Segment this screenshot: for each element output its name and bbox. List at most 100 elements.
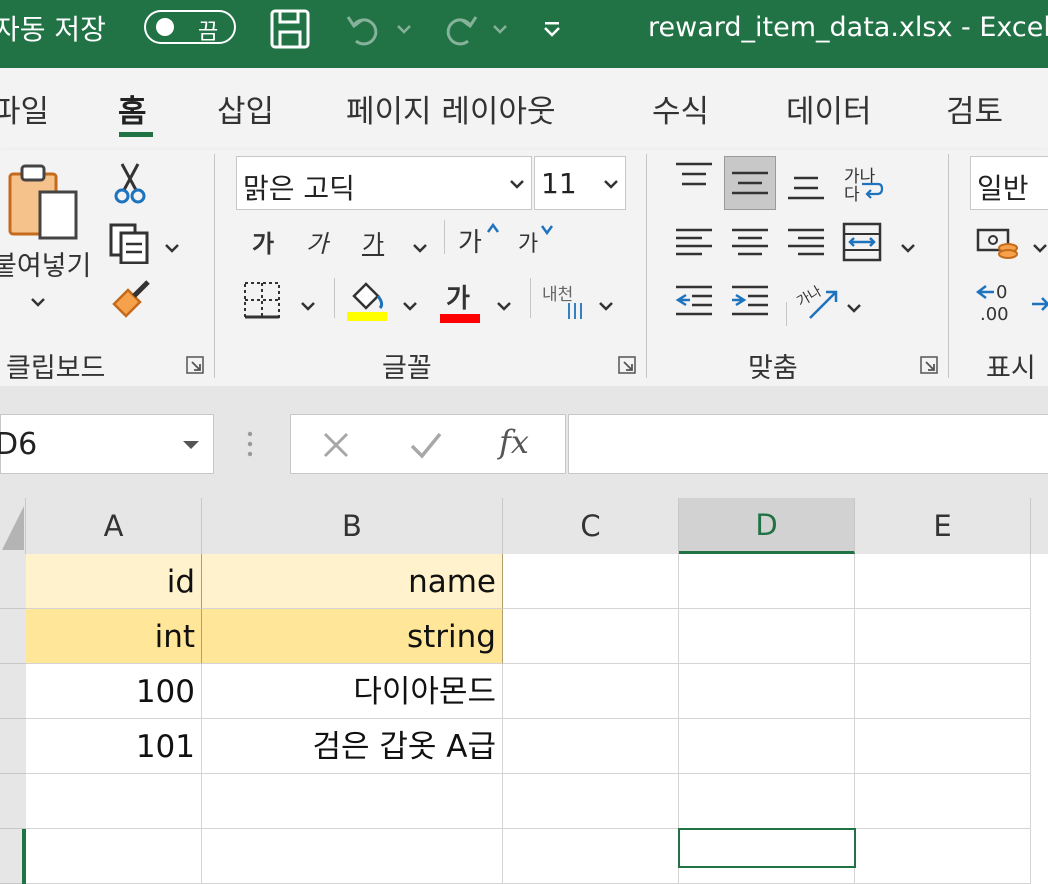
clipboard-dialog-launcher-icon[interactable] — [186, 356, 204, 374]
cell-e5[interactable] — [855, 774, 1031, 829]
fill-color-icon[interactable] — [346, 276, 388, 326]
paste-dropdown-icon[interactable] — [30, 292, 46, 311]
active-cell[interactable] — [678, 828, 856, 868]
align-center-icon[interactable] — [730, 226, 770, 264]
orientation-dropdown-icon[interactable] — [846, 298, 862, 317]
font-color-button[interactable]: 가 — [446, 278, 470, 315]
undo-dropdown-icon[interactable] — [392, 6, 416, 52]
cell-e2[interactable] — [855, 609, 1031, 664]
tab-page-layout[interactable]: 페이지 레이아웃 — [346, 86, 556, 131]
enter-icon[interactable] — [409, 431, 443, 459]
cell-d2[interactable] — [679, 609, 855, 664]
cell-a5[interactable] — [26, 774, 202, 829]
undo-icon[interactable] — [340, 6, 388, 52]
column-header-overflow[interactable] — [1031, 498, 1048, 554]
cut-icon[interactable] — [112, 162, 148, 210]
borders-icon[interactable] — [242, 280, 282, 324]
select-all-corner[interactable] — [0, 498, 26, 554]
decrease-decimal-icon[interactable] — [1030, 288, 1048, 322]
autosave-toggle[interactable]: 끔 — [144, 10, 236, 45]
formula-bar-splitter-icon[interactable] — [246, 430, 254, 458]
tab-review[interactable]: 검토 — [946, 86, 1003, 131]
bold-button[interactable]: 가 — [252, 224, 274, 259]
row-header[interactable] — [0, 719, 26, 774]
tab-insert[interactable]: 삽입 — [217, 86, 274, 131]
tab-formulas[interactable]: 수식 — [652, 86, 709, 131]
cell-b5[interactable] — [202, 774, 503, 829]
cell-e1[interactable] — [855, 554, 1031, 609]
row-header[interactable] — [0, 609, 26, 664]
cell-a1[interactable]: id — [26, 554, 202, 609]
borders-dropdown-icon[interactable] — [300, 296, 316, 315]
cell-c2[interactable] — [503, 609, 679, 664]
font-color-dropdown-icon[interactable] — [496, 296, 512, 315]
number-format-combo[interactable]: 일반 — [970, 156, 1048, 210]
copy-dropdown-icon[interactable] — [164, 238, 180, 257]
column-header-e[interactable]: E — [855, 498, 1031, 554]
insert-function-icon[interactable]: fx — [499, 423, 529, 461]
align-top-icon[interactable] — [674, 160, 714, 198]
cell-d1[interactable] — [679, 554, 855, 609]
cell-a6[interactable] — [26, 829, 202, 884]
decrease-indent-icon[interactable] — [674, 284, 714, 322]
fill-color-dropdown-icon[interactable] — [402, 296, 418, 315]
font-name-combo[interactable]: 맑은 고딕 — [236, 156, 532, 210]
formula-input[interactable] — [568, 414, 1048, 474]
cell-c4[interactable] — [503, 719, 679, 774]
paste-button-label[interactable]: 붙여넣기 — [0, 244, 91, 283]
cell-d4[interactable] — [679, 719, 855, 774]
accounting-format-icon[interactable] — [976, 226, 1020, 266]
increase-font-size-button[interactable]: 가 — [458, 222, 482, 259]
row-header[interactable] — [0, 774, 26, 829]
cell-d5[interactable] — [679, 774, 855, 829]
cell-e6[interactable] — [855, 829, 1031, 884]
merge-dropdown-icon[interactable] — [900, 238, 916, 257]
paste-icon[interactable] — [6, 162, 80, 242]
font-name-dropdown-icon[interactable] — [509, 179, 525, 189]
cell-c1[interactable] — [503, 554, 679, 609]
cell-e3[interactable] — [855, 664, 1031, 719]
cell-b3[interactable]: 다이아몬드 — [202, 664, 503, 719]
font-dialog-launcher-icon[interactable] — [618, 356, 636, 374]
decrease-font-size-button[interactable]: 가 — [518, 226, 538, 258]
increase-indent-icon[interactable] — [730, 284, 770, 322]
cell-d3[interactable] — [679, 664, 855, 719]
column-header-a[interactable]: A — [26, 498, 202, 554]
column-header-d[interactable]: D — [679, 498, 855, 554]
align-right-icon[interactable] — [786, 226, 826, 264]
format-painter-icon[interactable] — [110, 280, 154, 324]
name-box[interactable]: D6 — [0, 414, 214, 474]
cell-b1[interactable]: name — [202, 554, 503, 609]
increase-decimal-icon[interactable]: 0.00 — [974, 280, 1018, 328]
accounting-dropdown-icon[interactable] — [1032, 238, 1048, 257]
cell-c3[interactable] — [503, 664, 679, 719]
copy-icon[interactable] — [108, 222, 152, 268]
merge-center-icon[interactable] — [842, 222, 882, 266]
phonetic-dropdown-icon[interactable] — [598, 296, 614, 315]
row-header[interactable] — [0, 554, 26, 609]
cell-b2[interactable]: string — [202, 609, 503, 664]
tab-data[interactable]: 데이터 — [786, 86, 872, 131]
cell-b4[interactable]: 검은 갑옷 A급 — [202, 719, 503, 774]
redo-dropdown-icon[interactable] — [488, 6, 512, 52]
column-header-b[interactable]: B — [202, 498, 503, 554]
redo-icon[interactable] — [436, 6, 484, 52]
font-size-combo[interactable]: 11 — [534, 156, 626, 210]
cell-c5[interactable] — [503, 774, 679, 829]
name-box-dropdown-icon[interactable] — [181, 439, 201, 451]
cell-a2[interactable]: int — [26, 609, 202, 664]
underline-dropdown-icon[interactable] — [412, 238, 428, 257]
cell-b6[interactable] — [202, 829, 503, 884]
tab-file[interactable]: 파일 — [0, 86, 49, 131]
align-left-icon[interactable] — [674, 226, 714, 264]
font-size-dropdown-icon[interactable] — [603, 179, 619, 189]
cell-c6[interactable] — [503, 829, 679, 884]
alignment-dialog-launcher-icon[interactable] — [920, 356, 938, 374]
tab-home[interactable]: 홈 — [118, 86, 147, 131]
customize-toolbar-icon[interactable] — [538, 6, 566, 52]
align-bottom-icon[interactable] — [786, 168, 826, 206]
cell-a4[interactable]: 101 — [26, 719, 202, 774]
row-header[interactable] — [0, 664, 26, 719]
italic-button[interactable]: 가 — [306, 224, 328, 259]
cell-e4[interactable] — [855, 719, 1031, 774]
